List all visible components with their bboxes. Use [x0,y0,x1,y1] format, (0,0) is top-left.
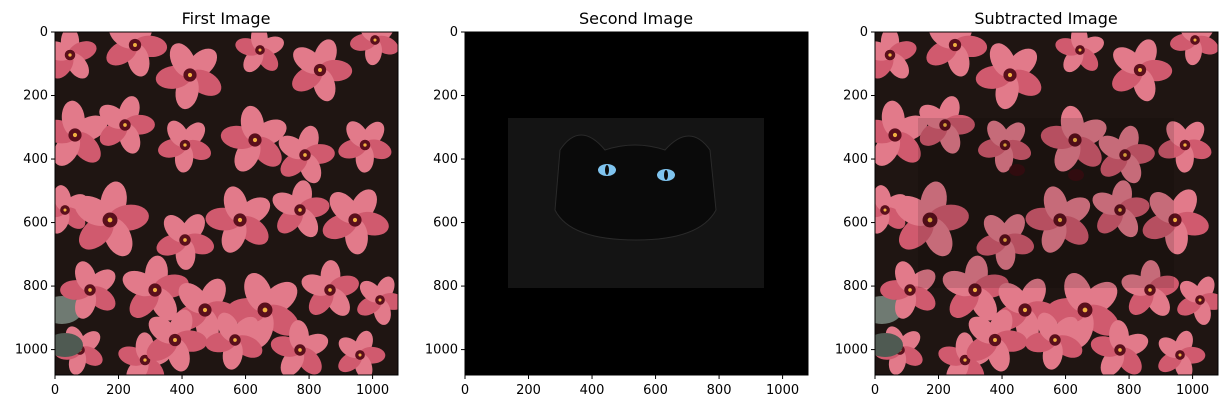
x-tick-label: 0 [871,383,879,398]
leaf [55,333,83,357]
subtracted-image-axes: Subtracted Image 0 200 400 600 800 1000 0 200 40… [835,9,1219,398]
y-tick-label: 0 [450,25,458,40]
x-tick-label: 1000 [766,383,799,398]
y-tick-label: 400 [433,152,458,167]
x-tick-label: 0 [51,383,59,398]
panel-title: First Image [182,9,271,28]
y-tick-label: 0 [40,25,48,40]
y-tick-label: 1000 [425,343,458,358]
x-tick-label: 1000 [356,383,389,398]
x-tick-label: 0 [461,383,469,398]
x-tick-label: 400 [990,383,1015,398]
leaf [875,333,903,357]
image-area [55,32,398,375]
x-tick-label: 600 [1053,383,1078,398]
panel-subtracted-image: Subtracted Image 0 200 400 600 800 1000 0 200 40… [820,0,1220,407]
panel-second-image: Second Image 0 200 400 600 800 1000 0 200 400 600… [410,0,810,407]
y-tick-label: 200 [843,89,868,104]
y-tick-label: 800 [23,279,48,294]
y-tick-label: 800 [843,279,868,294]
y-tick-label: 400 [23,152,48,167]
y-tick-label: 600 [433,216,458,231]
x-tick-label: 600 [643,383,668,398]
y-tick-label: 800 [433,279,458,294]
x-tick-label: 800 [297,383,322,398]
x-tick-label: 200 [516,383,541,398]
subtraction-artifact [918,118,1174,288]
x-tick-label: 800 [1117,383,1142,398]
x-tick-label: 400 [170,383,195,398]
y-tick-label: 600 [843,216,868,231]
y-tick-label: 600 [23,216,48,231]
x-tick-label: 1000 [1176,383,1209,398]
panel-title: Subtracted Image [974,9,1117,28]
first-image-axes: First Image 0 200 400 600 800 1000 0 200 400 600 8… [15,9,399,398]
image-area [465,32,808,375]
cat-silhouette [554,134,717,241]
x-tick-label: 800 [707,383,732,398]
y-tick-label: 400 [843,152,868,167]
y-tick-label: 0 [860,25,868,40]
x-tick-label: 200 [106,383,131,398]
second-image-axes: Second Image 0 200 400 600 800 1000 0 200 400 600… [425,9,809,398]
x-tick-label: 600 [233,383,258,398]
x-tick-label: 400 [580,383,605,398]
panel-first-image: First Image 0 200 400 600 800 1000 0 200 400 600 8… [0,0,400,407]
y-tick-label: 1000 [15,343,48,358]
panel-title: Second Image [579,9,693,28]
y-tick-label: 200 [23,89,48,104]
y-tick-label: 200 [433,89,458,104]
image-area [875,32,1218,375]
x-tick-label: 200 [926,383,951,398]
y-tick-label: 1000 [835,343,868,358]
